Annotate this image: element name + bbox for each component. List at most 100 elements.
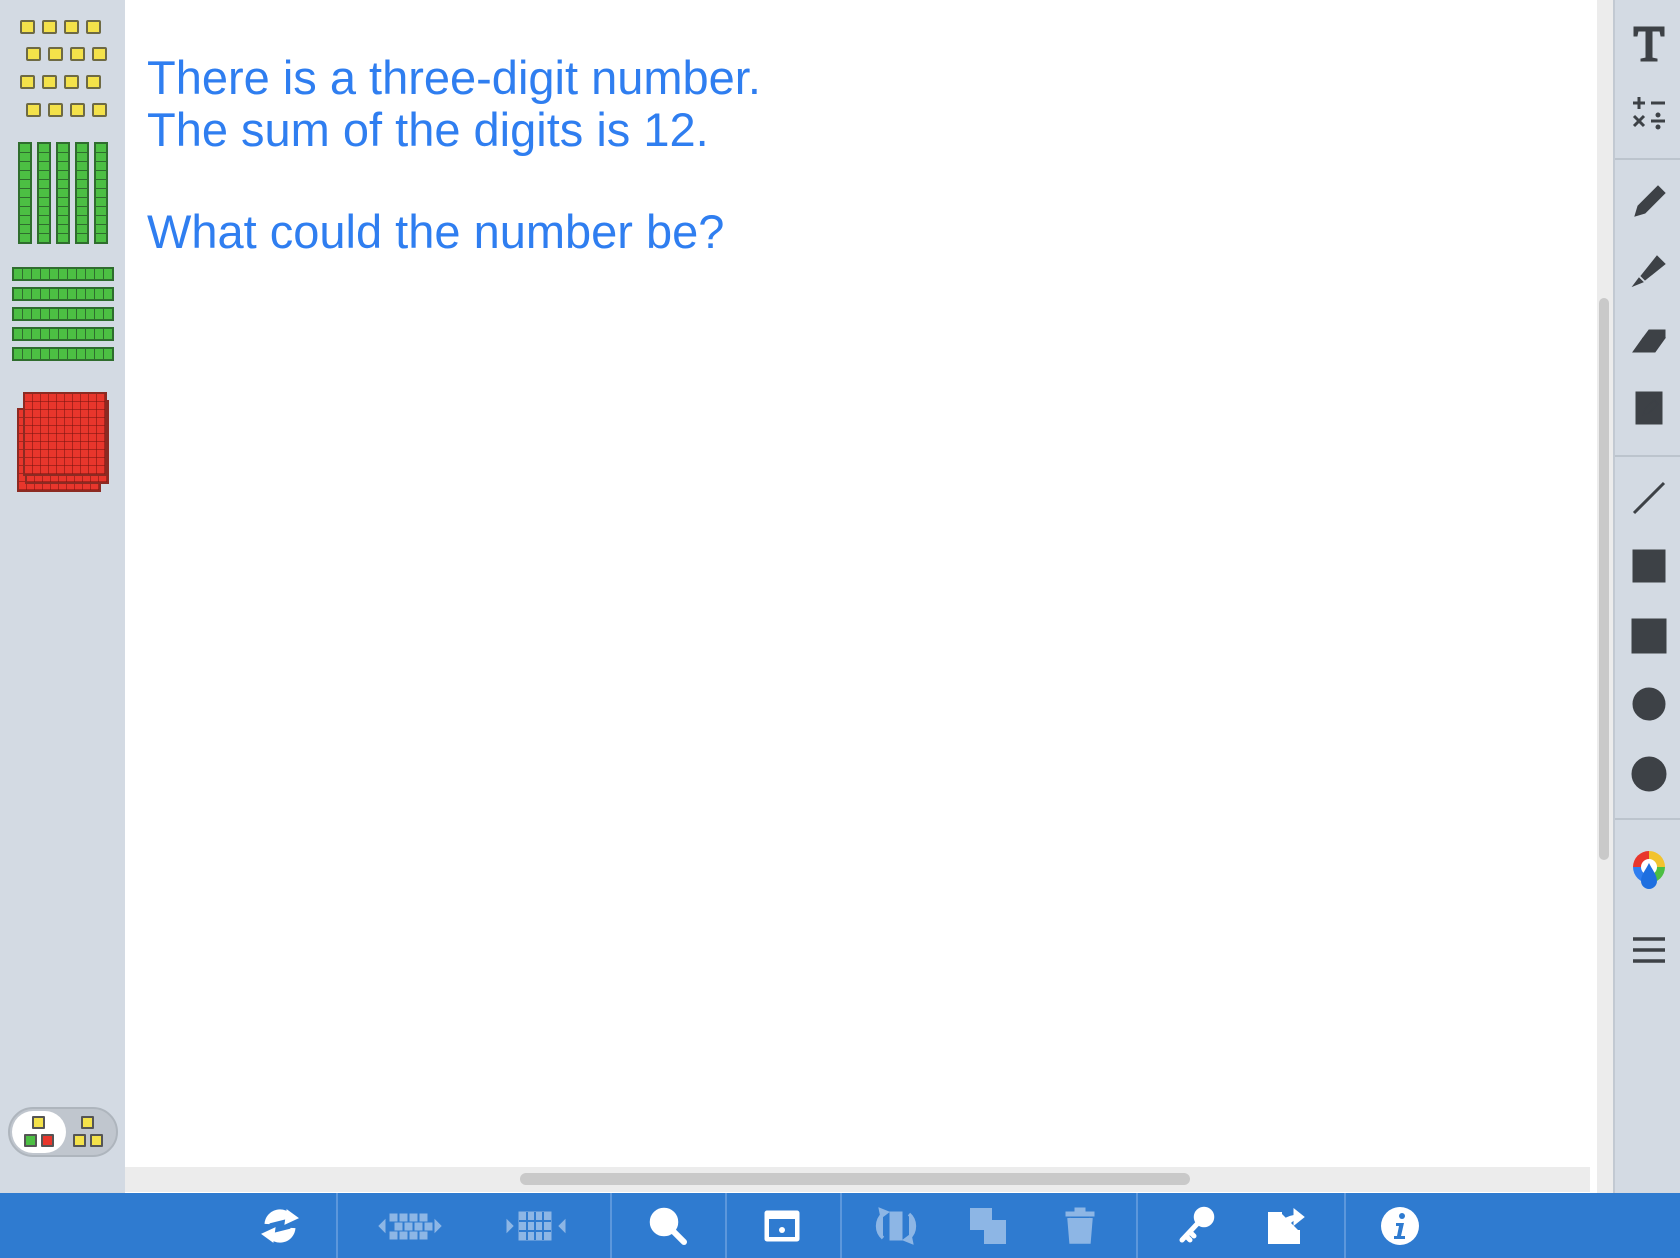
reset-icon [261,1208,299,1243]
text-tool-button[interactable] [1615,14,1680,74]
tens-rod [12,267,114,281]
menu-icon [1632,937,1665,963]
unit-cube [64,75,79,89]
trash-icon [1065,1207,1095,1244]
split-icon [378,1213,442,1239]
unit-cube [26,103,41,117]
math-tool-button[interactable] [1615,82,1680,142]
tens-rods-vertical-tile[interactable] [18,142,108,244]
rectangle-outline-tool-button[interactable] [1615,536,1680,596]
key-icon [1179,1206,1215,1242]
circle-filled-tool-button[interactable] [1615,744,1680,804]
split-button[interactable] [370,1193,450,1258]
rectangle-outline-icon [1632,549,1665,583]
toolbar-divider [336,1193,338,1258]
share-button[interactable] [1246,1193,1326,1258]
work-canvas[interactable]: There is a three-digit number. The sum o… [125,0,1615,1193]
tens-rod [12,287,114,301]
delete-button[interactable] [1040,1193,1120,1258]
ones-row [26,103,107,117]
note-tool-button[interactable] [1615,378,1680,438]
unit-cube [48,103,63,117]
zoom-out-button[interactable] [628,1193,708,1258]
tens-rod [75,142,89,244]
unit-cube [92,47,107,61]
unit-cube [92,103,107,117]
toolbar-divider [610,1193,612,1258]
eraser-tool-button[interactable] [1615,310,1680,370]
tens-rod [94,142,108,244]
unit-cube [64,20,79,34]
rotate-button[interactable] [856,1193,936,1258]
horizontal-scrollbar[interactable] [125,1167,1590,1192]
rectangle-filled-tool-button[interactable] [1615,606,1680,666]
tens-rod [12,327,114,341]
toolbar-divider [1615,158,1680,160]
reset-button[interactable] [240,1193,320,1258]
key-button[interactable] [1156,1193,1236,1258]
bottom-toolbar [0,1193,1680,1258]
tens-rod [12,347,114,361]
toolbar-divider [1615,455,1680,457]
info-button[interactable] [1360,1193,1440,1258]
prompt-line: The sum of the digits is 12. [147,103,709,156]
text-icon [1633,26,1664,62]
group-icon [506,1211,566,1240]
group-button[interactable] [496,1193,576,1258]
circle-outline-tool-button[interactable] [1615,674,1680,734]
unit-cube [20,75,35,89]
tens-rod [37,142,51,244]
drawing-toolbar [1613,0,1680,1193]
tens-rod [18,142,32,244]
line-tool-button[interactable] [1615,468,1680,528]
zoom-out-icon [649,1207,687,1245]
problem-text[interactable]: There is a three-digit number. The sum o… [147,52,761,258]
highlighter-tool-button[interactable] [1615,240,1680,300]
tens-rods-horizontal-tile[interactable] [12,267,114,361]
pen-icon [1633,185,1666,217]
tens-rod [56,142,70,244]
unit-cube [86,20,101,34]
pen-tool-button[interactable] [1615,172,1680,232]
note-icon [1635,391,1662,425]
prompt-line: There is a three-digit number. [147,51,761,104]
math-symbols-icon [1632,97,1665,130]
prompt-line: What could the number be? [147,205,725,258]
mini-cube-icon [81,1116,94,1129]
ones-row [20,20,101,34]
unit-cube [42,20,57,34]
rotate-icon [875,1206,917,1245]
screen-button[interactable] [742,1193,822,1258]
toolbar-divider [1615,818,1680,820]
ones-row [26,47,107,61]
hundreds-flat [23,392,107,476]
scroll-thumb[interactable] [520,1173,1190,1185]
highlighter-icon [1631,255,1666,288]
mini-cube-icon [73,1134,86,1147]
rectangle-filled-icon [1631,618,1666,654]
ones-row [20,75,101,89]
info-icon [1381,1206,1419,1245]
mini-cube-icon [90,1134,103,1147]
screen-icon [764,1210,800,1241]
unit-cube [70,103,85,117]
unit-cube [26,47,41,61]
scroll-thumb[interactable] [1599,298,1609,860]
unit-cube [20,20,35,34]
mini-cube-icon [32,1116,45,1129]
unit-cube [86,75,101,89]
mini-cube-icon [24,1134,37,1147]
share-icon [1268,1207,1305,1244]
color-mode-toggle[interactable] [8,1107,118,1157]
duplicate-button[interactable] [948,1193,1028,1258]
prompt-spacer [147,156,761,206]
circle-outline-icon [1632,687,1665,721]
block-palette [0,0,125,1193]
menu-button[interactable] [1615,920,1680,980]
circle-filled-icon [1631,756,1666,792]
toolbar-divider [1136,1193,1138,1258]
app-window: There is a three-digit number. The sum o… [0,0,1680,1258]
line-icon [1632,481,1665,515]
color-picker-button[interactable] [1615,840,1680,900]
eraser-icon [1631,329,1666,353]
